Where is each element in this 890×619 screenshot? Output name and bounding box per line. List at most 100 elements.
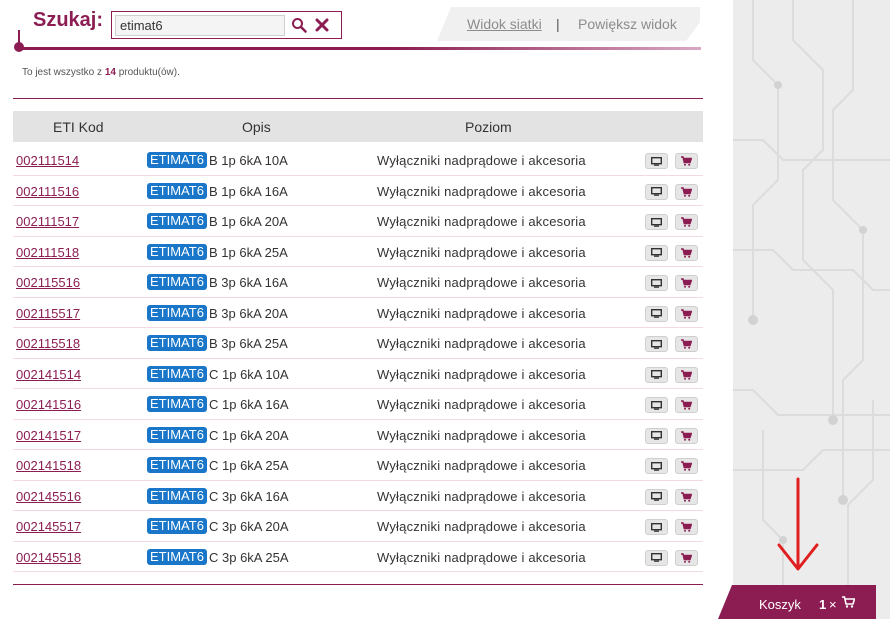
product-code-link[interactable]: 002141516: [16, 397, 81, 412]
product-level: Wyłączniki nadprądowe i akcesoria: [377, 427, 586, 443]
product-badge: ETIMAT6: [147, 396, 207, 412]
table-row: 002111517 ETIMAT6 B 1p 6kA 20A Wyłączniki n…: [13, 206, 703, 237]
table-bottom-divider: [13, 584, 703, 585]
cart-icon: [681, 339, 692, 349]
column-header-level: Poziom: [465, 119, 512, 135]
add-to-cart-button[interactable]: [675, 183, 698, 200]
red-arrow-annotation: [777, 477, 819, 571]
table-row: 002111516 ETIMAT6 B 1p 6kA 16A Wyłączniki n…: [13, 176, 703, 206]
monitor-icon: [651, 522, 662, 532]
clear-search-button[interactable]: [310, 14, 334, 36]
result-count-suffix: produktu(ów).: [115, 67, 180, 78]
add-to-cart-button[interactable]: [675, 519, 698, 535]
product-description: B 3p 6kA 16A: [209, 275, 288, 290]
add-to-cart-button[interactable]: [675, 153, 698, 169]
cart-icon: [681, 186, 692, 197]
search-icon: [292, 18, 307, 33]
table-row: 002145516 ETIMAT6 C 3p 6kA 16A Wyłączniki n…: [13, 481, 703, 511]
product-code-link[interactable]: 002115517: [16, 306, 80, 321]
monitor-icon: [651, 248, 662, 257]
product-level: Wyłączniki nadprądowe i akcesoria: [377, 519, 586, 534]
add-to-cart-button[interactable]: [675, 305, 698, 322]
add-to-cart-button[interactable]: [675, 275, 698, 291]
add-to-cart-button[interactable]: [675, 458, 698, 474]
monitor-icon: [651, 553, 662, 562]
product-table-body: 002111514 ETIMAT6 B 1p 6kA 10A Wyłączniki n…: [13, 145, 703, 572]
monitor-icon: [651, 156, 662, 166]
preview-button[interactable]: [645, 549, 668, 566]
result-count-number: 14: [104, 67, 116, 78]
cart-icon: [681, 156, 692, 166]
column-header-code: ETI Kod: [53, 119, 104, 135]
cart-icon: [681, 278, 692, 288]
product-badge: ETIMAT6: [147, 487, 207, 504]
product-badge: ETIMAT6: [147, 426, 207, 443]
product-level: Wyłączniki nadprądowe i akcesoria: [377, 397, 586, 412]
preview-button[interactable]: [645, 366, 668, 383]
table-row: 002115518 ETIMAT6 B 3p 6kA 25A Wyłączniki n…: [13, 328, 703, 359]
product-code-link[interactable]: 002141517: [16, 428, 81, 443]
product-badge: ETIMAT6: [147, 365, 207, 382]
product-badge: ETIMAT6: [147, 548, 207, 565]
preview-button[interactable]: [645, 336, 668, 352]
table-row: 002141518 ETIMAT6 C 1p 6kA 25A Wyłączniki n…: [13, 450, 703, 481]
product-description: C 1p 6kA 10A: [209, 366, 289, 382]
preview-button[interactable]: [645, 305, 668, 322]
monitor-icon: [651, 187, 662, 196]
product-level: Wyłączniki nadprądowe i akcesoria: [377, 366, 586, 382]
table-row: 002141516 ETIMAT6 C 1p 6kA 16A Wyłączniki n…: [13, 389, 703, 420]
zoom-view-link[interactable]: Powiększ widok: [578, 16, 677, 32]
add-to-cart-button[interactable]: [675, 549, 698, 566]
product-level: Wyłączniki nadprądowe i akcesoria: [377, 458, 586, 473]
product-code-link[interactable]: 002115518: [16, 336, 80, 351]
table-row: 002115516 ETIMAT6 B 3p 6kA 16A Wyłączniki n…: [13, 267, 703, 298]
preview-button[interactable]: [645, 275, 668, 291]
monitor-icon: [651, 492, 662, 501]
cart-icon: [681, 522, 692, 532]
product-code-link[interactable]: 002111518: [16, 245, 79, 260]
add-to-cart-button[interactable]: [675, 488, 698, 505]
preview-button[interactable]: [645, 244, 668, 261]
add-to-cart-button[interactable]: [675, 214, 698, 230]
add-to-cart-button[interactable]: [675, 427, 698, 444]
product-code-link[interactable]: 002141514: [16, 367, 81, 382]
product-code-link[interactable]: 002145516: [16, 489, 81, 504]
product-description: C 3p 6kA 16A: [209, 488, 289, 504]
basket-button[interactable]: Koszyk 1 ×: [718, 585, 876, 619]
preview-button[interactable]: [645, 458, 668, 474]
result-count: To jest wszystko z 14 produktu(ów).: [22, 67, 180, 78]
search-box: [111, 11, 342, 39]
table-row: 002145517 ETIMAT6 C 3p 6kA 20A Wyłączniki n…: [13, 511, 703, 542]
product-code-link[interactable]: 002141518: [16, 458, 81, 473]
product-code-link[interactable]: 002145518: [16, 550, 81, 565]
search-input[interactable]: [115, 15, 285, 36]
product-description: C 1p 6kA 20A: [209, 427, 289, 443]
add-to-cart-button[interactable]: [675, 397, 698, 413]
product-code-link[interactable]: 002111516: [16, 184, 79, 199]
table-row: 002111518 ETIMAT6 B 1p 6kA 25A Wyłączniki n…: [13, 237, 703, 267]
search-button[interactable]: [287, 14, 311, 36]
preview-button[interactable]: [645, 397, 668, 413]
grid-view-link[interactable]: Widok siatki: [467, 16, 542, 32]
product-code-link[interactable]: 002145517: [16, 519, 81, 534]
preview-button[interactable]: [645, 214, 668, 230]
monitor-icon: [651, 339, 662, 349]
preview-button[interactable]: [645, 427, 668, 444]
product-code-link[interactable]: 002111514: [16, 153, 79, 168]
product-code-link[interactable]: 002115516: [16, 275, 80, 290]
cart-icon: [681, 217, 692, 227]
add-to-cart-button[interactable]: [675, 336, 698, 352]
product-description: C 3p 6kA 25A: [209, 549, 289, 565]
add-to-cart-button[interactable]: [675, 366, 698, 383]
table-row: 002115517 ETIMAT6 B 3p 6kA 20A Wyłączniki n…: [13, 298, 703, 328]
basket-times: ×: [829, 597, 837, 612]
monitor-icon: [651, 309, 662, 318]
product-level: Wyłączniki nadprądowe i akcesoria: [377, 549, 586, 565]
product-code-link[interactable]: 002111517: [16, 214, 79, 229]
preview-button[interactable]: [645, 153, 668, 169]
cart-icon: [681, 369, 692, 380]
preview-button[interactable]: [645, 183, 668, 200]
add-to-cart-button[interactable]: [675, 244, 698, 261]
preview-button[interactable]: [645, 519, 668, 535]
preview-button[interactable]: [645, 488, 668, 505]
